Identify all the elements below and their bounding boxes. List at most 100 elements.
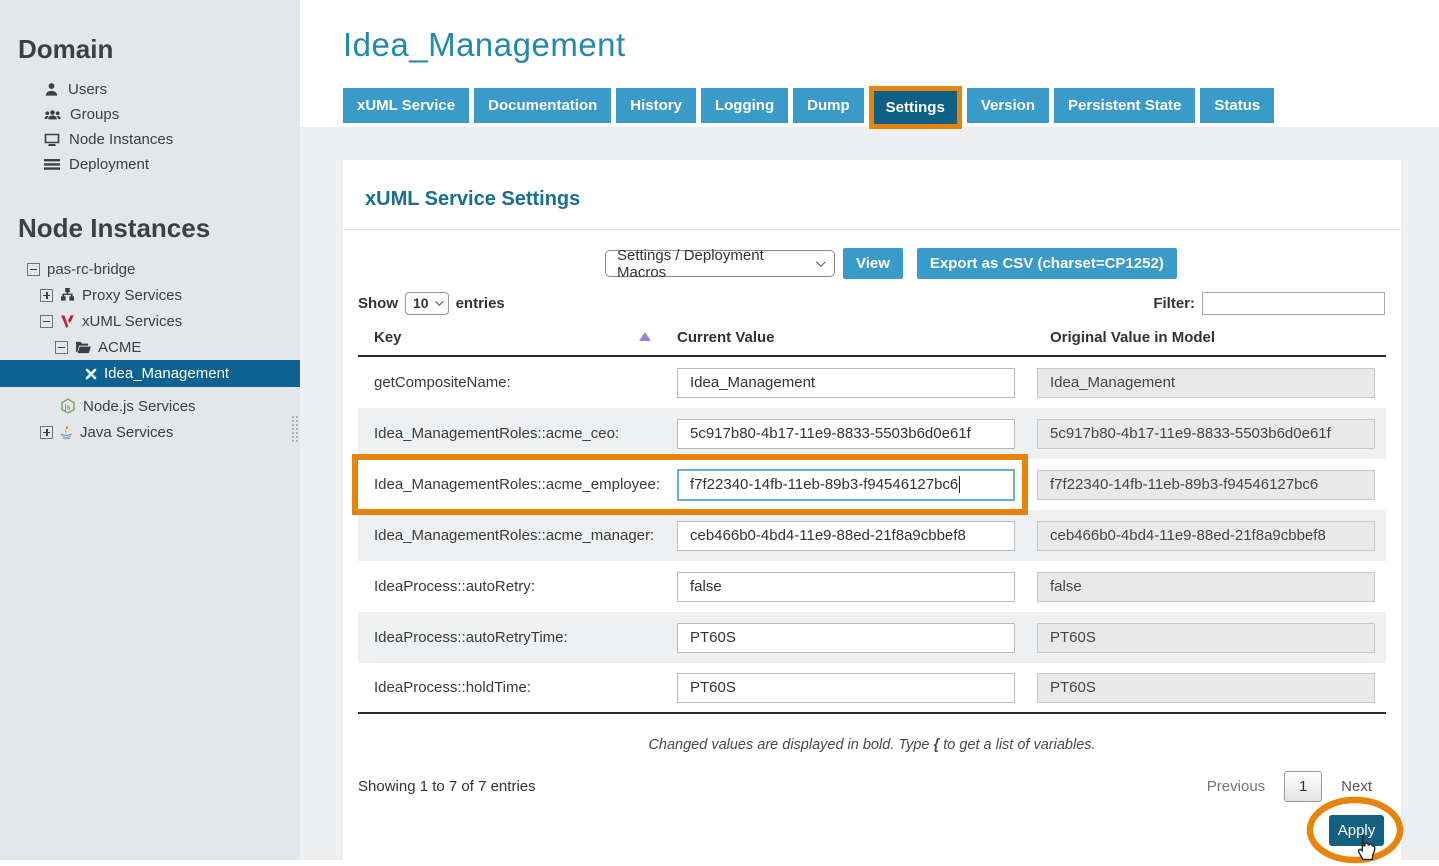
- sidebar-item-users[interactable]: Users: [0, 77, 300, 102]
- current-value-input[interactable]: [677, 572, 1015, 602]
- tree-node-label: Proxy Services: [82, 287, 182, 304]
- original-value-input: [1037, 521, 1375, 551]
- tab-bar: xUML Service Documentation History Loggi…: [343, 88, 1439, 123]
- export-csv-button[interactable]: Export as CSV (charset=CP1252): [917, 248, 1177, 279]
- input-text: f7f22340-14fb-11eb-89b3-f94546127bc6: [690, 476, 958, 493]
- tab-xuml-service[interactable]: xUML Service: [343, 88, 469, 123]
- column-header-original-value[interactable]: Original Value in Model: [1037, 329, 1386, 346]
- tab-status[interactable]: Status: [1200, 88, 1274, 123]
- panel-title: xUML Service Settings: [365, 188, 1401, 211]
- tree-node-idea-management-selected[interactable]: Idea_Management: [0, 360, 300, 387]
- text-caret: [959, 476, 960, 493]
- tab-documentation[interactable]: Documentation: [474, 88, 611, 123]
- settings-table: Key Current Value Original Value in Mode…: [358, 329, 1386, 714]
- entries-summary: Showing 1 to 7 of 7 entries: [358, 778, 536, 795]
- page-header: Idea_Management xUML Service Documentati…: [300, 26, 1439, 123]
- tab-logging[interactable]: Logging: [701, 88, 788, 123]
- table-row: Idea_ManagementRoles::acme_manager:: [358, 510, 1386, 561]
- sidebar-item-deployment[interactable]: Deployment: [0, 152, 300, 177]
- tree-node-proxy-services[interactable]: Proxy Services: [0, 282, 300, 308]
- sitemap-icon: [60, 288, 75, 302]
- x-icon: [85, 368, 97, 380]
- collapse-icon[interactable]: [40, 315, 53, 328]
- setting-key: getCompositeName:: [358, 374, 677, 391]
- collapse-icon[interactable]: [27, 263, 40, 276]
- tab-version[interactable]: Version: [967, 88, 1049, 123]
- java-icon: [60, 425, 73, 440]
- show-entries-select[interactable]: 10: [405, 292, 449, 315]
- expand-icon[interactable]: [40, 289, 53, 302]
- table-toolbar: Show 10 entries Filter:: [343, 291, 1401, 315]
- original-value-input: [1037, 623, 1375, 653]
- page-title: Idea_Management: [343, 26, 1439, 64]
- sidebar-item-label: Deployment: [69, 156, 149, 173]
- app-window: Domain Users Groups Node Instances Deplo…: [0, 0, 1439, 860]
- current-value-input[interactable]: [677, 623, 1015, 653]
- setting-key: Idea_ManagementRoles::acme_ceo:: [358, 425, 677, 442]
- view-button[interactable]: View: [843, 248, 903, 279]
- collapse-icon[interactable]: [55, 341, 68, 354]
- table-row: IdeaProcess::holdTime:: [358, 663, 1386, 714]
- table-row: IdeaProcess::autoRetry:: [358, 561, 1386, 612]
- setting-key: Idea_ManagementRoles::acme_employee:: [358, 476, 677, 493]
- sidebar-item-label: Node Instances: [69, 131, 173, 148]
- tree-node-label: Java Services: [80, 424, 173, 441]
- tree-node-label: Node.js Services: [83, 398, 196, 415]
- table-row: Idea_ManagementRoles::acme_ceo:: [358, 408, 1386, 459]
- original-value-input: [1037, 419, 1375, 449]
- setting-key: IdeaProcess::holdTime:: [358, 679, 677, 696]
- tree-node-java-services[interactable]: Java Services: [0, 419, 300, 445]
- current-value-input[interactable]: [677, 419, 1015, 449]
- monitor-icon: [44, 133, 60, 147]
- folder-icon: [75, 341, 91, 354]
- entries-label: entries: [456, 295, 505, 312]
- sidebar-item-label: Users: [68, 81, 107, 98]
- pagination: Previous 1 Next: [1207, 771, 1372, 802]
- tree-node-label: Idea_Management: [104, 365, 229, 382]
- table-footnote: Changed values are displayed in bold. Ty…: [358, 737, 1386, 753]
- svg-text:js: js: [64, 404, 71, 411]
- current-value-input-focused[interactable]: f7f22340-14fb-11eb-89b3-f94546127bc6: [677, 469, 1015, 501]
- tab-history[interactable]: History: [616, 88, 696, 123]
- tree-node-bridge[interactable]: pas-rc-bridge: [0, 256, 300, 282]
- tab-settings-active[interactable]: Settings: [869, 86, 962, 129]
- previous-page-button[interactable]: Previous: [1207, 778, 1265, 795]
- current-value-input[interactable]: [677, 368, 1015, 398]
- table-footer: Showing 1 to 7 of 7 entries Previous 1 N…: [358, 771, 1372, 802]
- next-page-button[interactable]: Next: [1341, 778, 1372, 795]
- apply-button[interactable]: Apply: [1329, 815, 1384, 846]
- filter-label: Filter:: [1153, 295, 1195, 312]
- tree-node-nodejs-services[interactable]: js Node.js Services: [0, 393, 300, 419]
- original-value-input: [1037, 673, 1375, 703]
- tree-node-acme-folder[interactable]: ACME: [0, 334, 300, 360]
- current-value-input[interactable]: [677, 521, 1015, 551]
- xuml-services-icon: [60, 314, 75, 329]
- sidebar-scrollbar-handle[interactable]: [291, 415, 299, 443]
- page-number-button[interactable]: 1: [1284, 771, 1322, 802]
- column-header-key[interactable]: Key: [358, 329, 677, 346]
- tab-dump[interactable]: Dump: [793, 88, 864, 123]
- sidebar-item-label: Groups: [70, 106, 119, 123]
- domain-section-title: Domain: [0, 0, 300, 65]
- table-row-highlighted: Idea_ManagementRoles::acme_employee: f7f…: [358, 459, 1386, 510]
- settings-view-dropdown[interactable]: Settings / Deployment Macros: [605, 250, 835, 277]
- node-tree: pas-rc-bridge Proxy Services xUML Servic…: [0, 256, 300, 445]
- setting-key: IdeaProcess::autoRetry:: [358, 578, 677, 595]
- current-value-input[interactable]: [677, 673, 1015, 703]
- users-icon: [44, 107, 61, 122]
- settings-controls: Settings / Deployment Macros View Export…: [605, 248, 1401, 279]
- domain-items: Users Groups Node Instances Deployment: [0, 77, 300, 177]
- filter-input[interactable]: [1202, 292, 1385, 315]
- original-value-input: [1037, 368, 1375, 398]
- tree-node-xuml-services[interactable]: xUML Services: [0, 308, 300, 334]
- tree-node-label: pas-rc-bridge: [47, 261, 135, 278]
- sidebar-item-groups[interactable]: Groups: [0, 102, 300, 127]
- nodejs-icon: js: [60, 398, 76, 415]
- sidebar-item-node-instances[interactable]: Node Instances: [0, 127, 300, 152]
- tab-persistent-state[interactable]: Persistent State: [1054, 88, 1195, 123]
- column-header-current-value[interactable]: Current Value: [677, 329, 1037, 346]
- show-entries-value: 10: [413, 295, 429, 311]
- main-area: Idea_Management xUML Service Documentati…: [300, 0, 1439, 860]
- expand-icon[interactable]: [40, 426, 53, 439]
- chevron-down-icon: [435, 297, 443, 305]
